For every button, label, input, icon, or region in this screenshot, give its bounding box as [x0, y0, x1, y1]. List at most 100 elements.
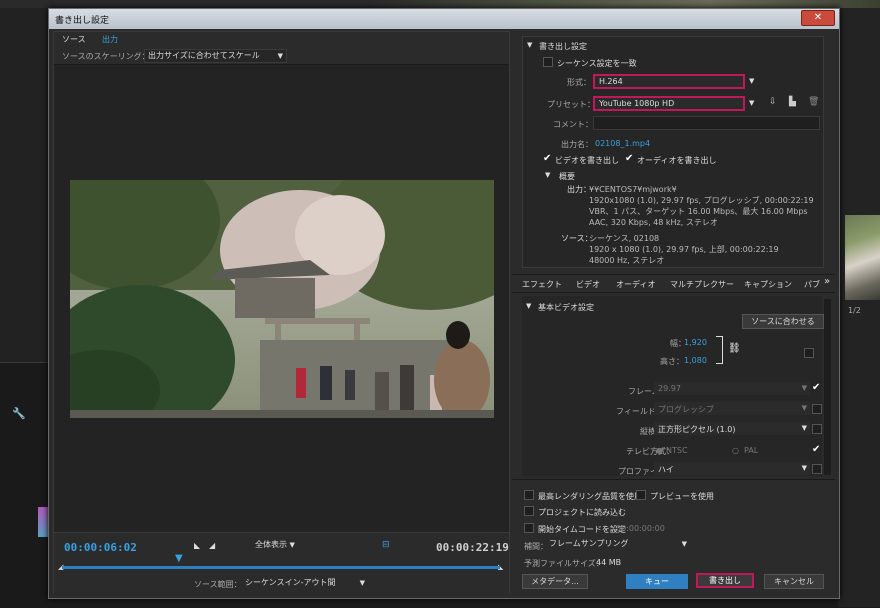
- summary-output-line: 1920x1080 (1.0), 29.97 fps, プログレッシブ, 00:…: [589, 196, 814, 205]
- field-order-dropdown[interactable]: プログレッシブ ▼: [654, 402, 810, 415]
- summary-source-line: 1920 x 1080 (1.0), 29.97 fps, 上部, 00:00:…: [589, 245, 779, 254]
- settings-scrollbar[interactable]: [824, 299, 831, 475]
- set-out-point-icon[interactable]: ◢: [209, 541, 215, 550]
- collapse-triangle-icon[interactable]: ▼: [527, 41, 532, 49]
- page-indicator: 1/2: [848, 306, 861, 315]
- chain-link-icon[interactable]: ⛓: [728, 343, 741, 354]
- format-label: 形式：: [567, 78, 591, 87]
- match-sequence-checkbox[interactable]: [543, 57, 553, 67]
- summary-output-line: ¥¥CENTOS7¥mjwork¥: [589, 185, 677, 194]
- preset-dropdown[interactable]: YouTube 1080p HD: [593, 96, 745, 111]
- playhead-marker[interactable]: ▼: [175, 553, 183, 564]
- tab-output[interactable]: 出力: [102, 34, 118, 45]
- field-order-checkbox[interactable]: [812, 404, 822, 414]
- aspect-checkbox[interactable]: [812, 424, 822, 434]
- video-preview: [70, 180, 494, 418]
- dialog-title: 書き出し設定: [55, 16, 110, 26]
- comment-input[interactable]: [593, 116, 820, 130]
- framerate-value: 29.97: [658, 384, 681, 393]
- scrub-bar[interactable]: [62, 566, 500, 569]
- framerate-dropdown[interactable]: 29.97 ▼: [654, 382, 810, 395]
- tab-publish[interactable]: パブ: [804, 279, 820, 290]
- tab-multiplexer[interactable]: マルチプレクサー: [670, 279, 734, 290]
- profile-dropdown[interactable]: ハイ ▼: [654, 462, 810, 475]
- export-video-checkbox[interactable]: ✔: [543, 153, 551, 164]
- chevron-down-icon[interactable]: ▼: [749, 99, 754, 107]
- crop-icon[interactable]: ⊟: [382, 540, 390, 550]
- wrench-icon[interactable]: 🔧: [12, 407, 26, 420]
- height-value[interactable]: 1,080: [684, 356, 707, 365]
- match-source-button[interactable]: ソースに合わせる: [742, 314, 824, 329]
- summary-source-label: ソース：: [561, 234, 593, 243]
- app-monitor-thumbnail: [845, 215, 880, 300]
- app-right-panel: 1/2: [838, 8, 880, 607]
- tab-video[interactable]: ビデオ: [576, 279, 600, 290]
- import-project-checkbox[interactable]: [524, 506, 534, 516]
- more-tabs-icon[interactable]: »: [824, 276, 830, 287]
- queue-button[interactable]: キュー: [626, 574, 688, 589]
- max-render-checkbox[interactable]: [524, 490, 534, 500]
- cancel-button[interactable]: キャンセル: [764, 574, 824, 589]
- export-video-label: ビデオを書き出し: [555, 156, 619, 165]
- app-timeline-tools: 🔧: [0, 362, 48, 608]
- interpolation-dropdown[interactable]: フレームサンプリング ▼: [546, 538, 690, 550]
- tab-source[interactable]: ソース: [62, 34, 86, 45]
- use-preview-label: プレビューを使用: [650, 492, 714, 501]
- export-button[interactable]: 書き出し: [696, 573, 754, 588]
- basic-video-settings: ▼ 基本ビデオ設定 ソースに合わせる 幅： 1,920 高さ： 1,080 ⛓ …: [522, 296, 824, 476]
- tab-captions[interactable]: キャプション: [744, 279, 792, 290]
- save-preset-icon[interactable]: ⇩: [769, 97, 777, 107]
- ntsc-radio[interactable]: ●: [656, 446, 663, 455]
- tv-standard-checkbox[interactable]: ✔: [812, 444, 820, 455]
- output-name-link[interactable]: 02108_1.mp4: [595, 139, 650, 148]
- source-range-dropdown[interactable]: シーケンスイン-アウト間 ▼: [242, 577, 368, 589]
- chevron-down-icon: ▼: [289, 541, 295, 549]
- format-dropdown[interactable]: H.264: [593, 74, 745, 89]
- aspect-link-bracket: [716, 336, 723, 364]
- summary-output-text: ¥¥CENTOS7¥mjwork¥ 1920x1080 (1.0), 29.97…: [589, 184, 819, 228]
- chevron-down-icon: ▼: [359, 579, 365, 587]
- collapse-triangle-icon[interactable]: ▼: [545, 171, 550, 179]
- collapse-triangle-icon[interactable]: ▼: [526, 302, 531, 310]
- summary-output-line: VBR、1 パス、ターゲット 16.00 Mbps、最大 16.00 Mbps: [589, 207, 808, 216]
- current-timecode[interactable]: 00:00:06:02: [64, 541, 137, 554]
- export-audio-checkbox[interactable]: ✔: [625, 153, 633, 164]
- preview-tabs: ソース 出力: [54, 32, 509, 47]
- ntsc-label: NTSC: [666, 446, 688, 455]
- chevron-down-icon: ▼: [801, 384, 807, 392]
- export-settings-title: 書き出し設定: [539, 42, 587, 51]
- profile-checkbox[interactable]: [812, 464, 822, 474]
- filesize-label: 予測ファイルサイズ：: [524, 559, 604, 568]
- framerate-checkbox[interactable]: ✔: [812, 382, 820, 393]
- format-value: H.264: [599, 77, 623, 86]
- pal-radio[interactable]: ○: [732, 446, 739, 455]
- use-preview-checkbox[interactable]: [636, 490, 646, 500]
- width-value[interactable]: 1,920: [684, 338, 707, 347]
- aspect-dropdown[interactable]: 正方形ピクセル (1.0) ▼: [654, 422, 810, 435]
- scaling-label: ソースのスケーリング：: [62, 52, 150, 61]
- start-timecode-checkbox[interactable]: [524, 523, 534, 533]
- preset-label: プリセット：: [547, 100, 595, 109]
- chevron-down-icon[interactable]: ▼: [749, 77, 754, 85]
- set-in-point-icon[interactable]: ◣: [194, 541, 200, 550]
- comment-label: コメント：: [553, 120, 593, 129]
- source-range-value: シーケンスイン-アウト間: [245, 578, 336, 587]
- scaling-row: ソースのスケーリング： 出力サイズに合わせてスケール ▼: [54, 47, 509, 65]
- output-name-label: 出力名：: [561, 140, 593, 149]
- summary-source-line: 48000 Hz, ステレオ: [589, 256, 665, 265]
- close-button[interactable]: ✕: [801, 10, 835, 26]
- scaling-dropdown[interactable]: 出力サイズに合わせてスケール ▼: [144, 49, 287, 63]
- bottom-options: 最高レンダリング品質を使用 プレビューを使用 プロジェクトに読み込む 開始タイム…: [512, 479, 835, 592]
- tab-effects[interactable]: エフェクト: [522, 279, 562, 290]
- chevron-down-icon: ▼: [801, 404, 807, 412]
- interpolation-value: フレームサンプリング: [549, 539, 629, 548]
- filesize-value: 44 MB: [596, 558, 622, 567]
- delete-preset-icon[interactable]: 🗑: [808, 97, 819, 107]
- import-preset-icon[interactable]: ▙: [789, 97, 796, 107]
- settings-pane: ▼ 書き出し設定 シーケンス設定を一致 形式： H.264 ▼ プリセット： Y…: [512, 31, 835, 592]
- tab-audio[interactable]: オーディオ: [616, 279, 655, 290]
- metadata-button[interactable]: メタデータ...: [522, 574, 588, 589]
- end-timecode: 00:00:22:19: [436, 541, 509, 554]
- width-height-checkbox[interactable]: [804, 348, 814, 358]
- fit-dropdown[interactable]: 全体表示 ▼: [252, 539, 310, 551]
